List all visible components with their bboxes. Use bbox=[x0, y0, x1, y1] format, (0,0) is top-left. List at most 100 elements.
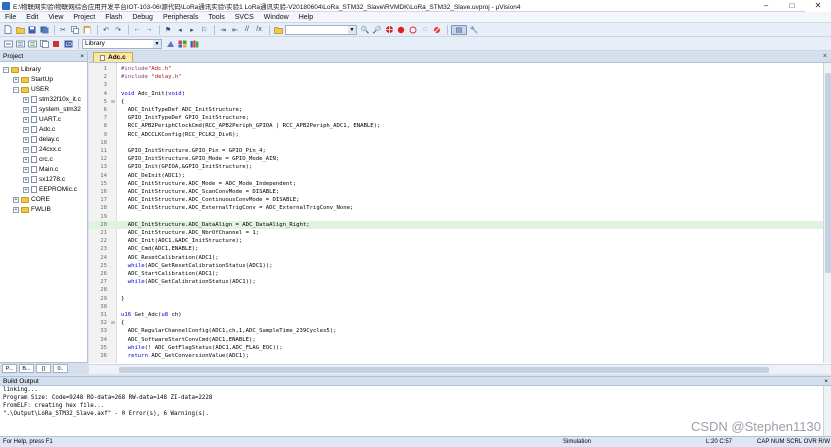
code-line[interactable]: 36 return ADC_GetConversionValue(ADC1); bbox=[89, 352, 823, 360]
remove-breakpoints-icon[interactable] bbox=[432, 25, 442, 35]
next-bookmark-icon[interactable]: ▸ bbox=[187, 25, 197, 35]
code-area[interactable]: 1 #include"Adc.h" 2 #include "delay.h" 3 4 voi… bbox=[89, 63, 831, 363]
menu-project[interactable]: Project bbox=[68, 14, 100, 21]
code-line[interactable]: 21 ADC_InitStructure.ADC_NbrOfChannel = … bbox=[89, 229, 823, 237]
new-file-icon[interactable] bbox=[3, 25, 13, 35]
code-line[interactable]: 16 ADC_InitStructure.ADC_ScanConvMode = … bbox=[89, 188, 823, 196]
expander-icon[interactable]: − bbox=[13, 86, 19, 93]
tree-node[interactable]: + 24cxx.c bbox=[23, 145, 61, 154]
code-line[interactable]: 32 ⊟ { bbox=[89, 319, 823, 327]
find-in-files-icon[interactable] bbox=[273, 25, 283, 35]
scroll-thumb[interactable] bbox=[825, 73, 831, 273]
minimize-button[interactable]: – bbox=[753, 0, 779, 12]
close-icon[interactable]: × bbox=[80, 53, 84, 60]
fold-marker-icon[interactable]: ⊟ bbox=[109, 320, 117, 326]
code-line[interactable]: 11 GPIO_InitStructure.GPIO_Pin = GPIO_Pi… bbox=[89, 147, 823, 155]
code-line[interactable]: 27 while(ADC_GetCalibrationStatus(ADC1))… bbox=[89, 278, 823, 286]
code-line[interactable]: 26 ADC_StartCalibration(ADC1); bbox=[89, 270, 823, 278]
code-line[interactable]: 20 ADC_InitStructure.ADC_DataAlign = ADC… bbox=[89, 220, 823, 229]
code-line[interactable]: 10 bbox=[89, 139, 823, 147]
tree-node[interactable]: + system_stm32 bbox=[23, 105, 81, 114]
open-folder-icon[interactable] bbox=[15, 25, 25, 35]
tree-node[interactable]: + stm32f10x_it.c bbox=[23, 95, 81, 104]
code-line[interactable]: 18 ADC_InitStructure.ADC_ExternalTrigCon… bbox=[89, 204, 823, 212]
tree-node[interactable]: + FWLIB bbox=[13, 205, 51, 214]
redo-icon[interactable]: ↷ bbox=[113, 25, 123, 35]
indent-icon[interactable]: ⇥ bbox=[218, 25, 228, 35]
expander-icon[interactable]: + bbox=[13, 206, 19, 213]
menu-tools[interactable]: Tools bbox=[203, 14, 229, 21]
menu-edit[interactable]: Edit bbox=[21, 14, 43, 21]
books-icon[interactable] bbox=[189, 39, 199, 49]
code-line[interactable]: 13 GPIO_Init(GPIOA,&GPIO_InitStructure); bbox=[89, 163, 823, 171]
code-line[interactable]: 17 ADC_InitStructure.ADC_ContinuousConvM… bbox=[89, 196, 823, 204]
translate-icon[interactable] bbox=[3, 39, 13, 49]
window-layout-icon[interactable]: ▤ bbox=[451, 24, 467, 35]
cut-icon[interactable]: ✂ bbox=[58, 25, 68, 35]
disable-breakpoint-icon[interactable] bbox=[408, 25, 418, 35]
clear-bookmarks-icon[interactable]: ⚐ bbox=[199, 25, 209, 35]
navigate-back-icon[interactable]: ← bbox=[132, 25, 142, 35]
navigate-forward-icon[interactable]: → bbox=[144, 25, 154, 35]
expander-icon[interactable]: + bbox=[23, 136, 29, 143]
code-line[interactable]: 24 ADC_ResetCalibration(ADC1); bbox=[89, 254, 823, 262]
download-icon[interactable]: LD bbox=[63, 39, 73, 49]
code-line[interactable]: 28 bbox=[89, 286, 823, 294]
horizontal-scrollbar[interactable] bbox=[89, 364, 831, 374]
prev-bookmark-icon[interactable]: ◂ bbox=[175, 25, 185, 35]
rebuild-icon[interactable] bbox=[27, 39, 37, 49]
start-debug-icon[interactable] bbox=[384, 25, 394, 35]
tree-node[interactable]: + delay.c bbox=[23, 135, 59, 144]
copy-icon[interactable] bbox=[70, 25, 80, 35]
comment-icon[interactable]: // bbox=[242, 25, 252, 35]
tab-functions[interactable]: {} bbox=[36, 364, 51, 373]
tab-project[interactable]: P... bbox=[2, 364, 17, 373]
uncomment-icon[interactable]: /x bbox=[254, 25, 264, 35]
paste-icon[interactable] bbox=[82, 25, 92, 35]
code-line[interactable]: 1 #include"Adc.h" bbox=[89, 65, 823, 73]
expander-icon[interactable]: + bbox=[23, 106, 29, 113]
maximize-button[interactable]: □ bbox=[779, 0, 805, 12]
code-line[interactable]: 4 void Adc_Init(void) bbox=[89, 90, 823, 98]
code-line[interactable]: 31 u16 Get_Adc(u8 ch) bbox=[89, 311, 823, 319]
find-icon[interactable]: 🔍 bbox=[360, 25, 370, 35]
code-line[interactable]: 2 #include "delay.h" bbox=[89, 73, 823, 81]
tab-books[interactable]: B... bbox=[19, 364, 34, 373]
code-line[interactable]: 33 ADC_RegularChannelConfig(ADC1,ch,1,AD… bbox=[89, 327, 823, 335]
expander-icon[interactable]: + bbox=[23, 146, 29, 153]
target-select[interactable]: Library ▼ bbox=[82, 38, 162, 49]
code-line[interactable]: 9 RCC_ADCCLKConfig(RCC_PCLK2_Div6); bbox=[89, 131, 823, 139]
vertical-scrollbar[interactable] bbox=[823, 386, 831, 437]
code-line[interactable]: 7 GPIO_InitTypeDef GPIO_InitStructure; bbox=[89, 114, 823, 122]
save-icon[interactable] bbox=[27, 25, 37, 35]
close-icon[interactable]: × bbox=[823, 53, 827, 60]
code-line[interactable]: 23 ADC_Cmd(ADC1,ENABLE); bbox=[89, 245, 823, 253]
scroll-thumb[interactable] bbox=[119, 367, 769, 373]
menu-peripherals[interactable]: Peripherals bbox=[158, 14, 203, 21]
menu-help[interactable]: Help bbox=[294, 14, 318, 21]
code-line[interactable]: 34 ADC_SoftwareStartConvCmd(ADC1,ENABLE)… bbox=[89, 336, 823, 344]
kill-breakpoints-icon[interactable]: ◌ bbox=[420, 25, 430, 35]
tree-node[interactable]: + crc.c bbox=[23, 155, 53, 164]
tab-templates[interactable]: 0.. bbox=[53, 364, 68, 373]
menu-view[interactable]: View bbox=[43, 14, 68, 21]
expander-icon[interactable]: + bbox=[23, 156, 29, 163]
expander-icon[interactable]: + bbox=[23, 116, 29, 123]
tree-node[interactable]: + EEPROMic.c bbox=[23, 185, 77, 194]
code-line[interactable]: 12 GPIO_InitStructure.GPIO_Mode = GPIO_M… bbox=[89, 155, 823, 163]
expander-icon[interactable]: + bbox=[13, 196, 19, 203]
code-line[interactable]: 14 ADC_DeInit(ADC1); bbox=[89, 172, 823, 180]
close-window-button[interactable]: ✕ bbox=[805, 0, 831, 12]
expander-icon[interactable]: + bbox=[23, 186, 29, 193]
expander-icon[interactable]: + bbox=[23, 96, 29, 103]
menu-svcs[interactable]: SVCS bbox=[230, 14, 259, 21]
chevron-down-icon[interactable]: ▼ bbox=[153, 39, 161, 48]
fold-marker-icon[interactable]: ⊟ bbox=[109, 99, 117, 105]
incremental-find-icon[interactable]: 🔎 bbox=[372, 25, 382, 35]
build-icon[interactable] bbox=[15, 39, 25, 49]
expander-icon[interactable]: + bbox=[23, 126, 29, 133]
tree-node[interactable]: + sx1278.c bbox=[23, 175, 65, 184]
code-line[interactable]: 6 ADC_InitTypeDef ADC_InitStructure; bbox=[89, 106, 823, 114]
code-line[interactable]: 19 bbox=[89, 213, 823, 221]
tree-node[interactable]: + Adc.c bbox=[23, 125, 55, 134]
